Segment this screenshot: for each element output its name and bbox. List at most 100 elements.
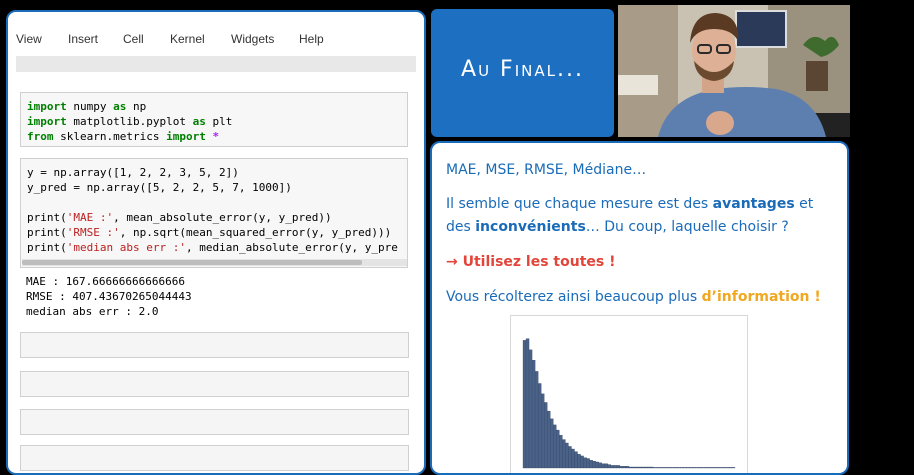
histogram-bar: [725, 467, 730, 469]
code-string: 'MAE :': [66, 211, 114, 224]
slide-text-run: … Du coup, laquelle choisir ?: [585, 219, 789, 235]
histogram-bar: [686, 467, 690, 469]
emphasis-avantages: avantages: [712, 196, 795, 212]
histogram-bar: [556, 429, 560, 469]
empty-code-cell[interactable]: [20, 332, 409, 358]
code-token: *: [212, 130, 220, 143]
histogram-bar: [589, 460, 593, 469]
code-token: print(: [27, 211, 67, 224]
empty-code-cell[interactable]: [20, 409, 409, 435]
histogram-bar: [698, 467, 702, 469]
menu-widgets[interactable]: Widgets: [231, 32, 274, 46]
histogram-bar: [668, 467, 672, 469]
emphasis-information: d’information !: [701, 289, 821, 305]
histogram-bar: [728, 467, 733, 469]
code-token: matplotlib.pyplot: [66, 115, 193, 128]
histogram-bar: [731, 467, 736, 469]
histogram-bar: [650, 466, 654, 469]
scrollbar-thumb[interactable]: [22, 260, 362, 265]
histogram-bar: [628, 466, 633, 469]
code-token: as: [192, 115, 206, 128]
code-token: sklearn.metrics: [53, 130, 167, 143]
menu-kernel[interactable]: Kernel: [170, 32, 205, 46]
code-token: import: [166, 130, 206, 143]
notebook-menubar: View Insert Cell Kernel Widgets Help: [8, 12, 424, 56]
histogram-bar: [547, 410, 551, 469]
histogram-bar: [598, 462, 602, 469]
histogram-bar: [610, 465, 615, 469]
histogram-bar: [704, 467, 708, 469]
histogram-bar: [716, 467, 721, 469]
code-token: , np.sqrt(mean_squared_error(y, y_pred))…: [119, 226, 392, 239]
code-string: 'median abs err :': [66, 241, 186, 254]
empty-code-cell[interactable]: [20, 371, 409, 397]
histogram-bar: [528, 349, 533, 469]
histogram-bar: [665, 467, 669, 469]
histogram-bar: [710, 467, 714, 469]
histogram-bar: [625, 466, 630, 469]
slide-call-to-action: → Utilisez les toutes !: [446, 251, 615, 274]
histogram-bar: [659, 467, 663, 469]
horizontal-scrollbar[interactable]: [22, 259, 407, 266]
code-token: , median_absolute_error(y, y_pre: [185, 241, 398, 254]
menu-view[interactable]: View: [16, 32, 42, 46]
emphasis-inconvenients: inconvénients: [475, 219, 586, 235]
histogram-bar: [692, 467, 696, 469]
histogram-bar: [637, 466, 642, 469]
banner-title: Au Final...: [461, 57, 584, 82]
histogram-bar: [680, 467, 684, 469]
histogram-bar: [631, 466, 636, 469]
histogram-bar: [671, 467, 675, 469]
histogram-svg: [522, 338, 736, 469]
histogram-chart: [510, 315, 748, 473]
histogram-bar: [722, 467, 727, 469]
slide-text-run: Il semble que chaque mesure est des: [446, 196, 713, 212]
menu-help[interactable]: Help: [299, 32, 324, 46]
code-token: import: [27, 115, 67, 128]
code-line: y_pred = np.array([5, 2, 2, 5, 7, 1000]): [27, 181, 292, 194]
code-cell-metrics[interactable]: y = np.array([1, 2, 2, 3, 5, 2]) y_pred …: [20, 158, 408, 268]
code-token: print(: [27, 226, 67, 239]
histogram-bar: [619, 466, 624, 469]
code-token: from: [27, 130, 54, 143]
histogram-bar: [550, 418, 554, 469]
histogram-bar: [574, 451, 578, 469]
histogram-bar: [586, 458, 590, 469]
histogram-bar: [707, 467, 711, 469]
histogram-bar: [571, 448, 575, 469]
empty-code-cell[interactable]: [20, 445, 409, 471]
cta-text: Utilisez les toutes !: [462, 254, 616, 270]
histogram-bar: [577, 454, 581, 469]
histogram-bar: [595, 461, 599, 469]
histogram-bar: [559, 435, 563, 469]
code-cell-imports[interactable]: import numpy as np import matplotlib.pyp…: [20, 92, 408, 147]
histogram-bar: [643, 466, 648, 469]
histogram-bar: [541, 393, 545, 469]
histogram-bar: [601, 463, 605, 469]
histogram-bar: [592, 460, 596, 469]
histogram-bar: [683, 467, 687, 469]
histogram-bar: [553, 424, 557, 469]
code-token: import: [27, 100, 67, 113]
histogram-bar: [656, 467, 660, 469]
histogram-bar: [580, 455, 584, 469]
code-string: 'RMSE :': [66, 226, 120, 239]
cell-output: MAE : 167.66666666666666 RMSE : 407.4367…: [26, 274, 192, 319]
histogram-bar: [583, 457, 587, 469]
histogram-bar: [622, 466, 627, 469]
histogram-bar: [525, 338, 530, 469]
slide-panel: MAE, MSE, RMSE, Médiane… Il semble que c…: [430, 141, 849, 475]
output-line: RMSE : 407.43670265044443: [26, 290, 192, 303]
menu-cell[interactable]: Cell: [123, 32, 144, 46]
code-token: , mean_absolute_error(y, y_pred)): [113, 211, 332, 224]
histogram-bar: [719, 467, 724, 469]
histogram-bar: [647, 466, 651, 469]
slide-conclusion: Vous récolterez ainsi beaucoup plus d’in…: [446, 286, 821, 309]
menu-insert[interactable]: Insert: [68, 32, 98, 46]
histogram-bar: [531, 360, 536, 469]
histogram-bar: [522, 340, 527, 469]
histogram-bar: [640, 466, 645, 469]
slide-text-run: et: [794, 196, 814, 212]
code-token: numpy: [66, 100, 114, 113]
presenter-image: [618, 5, 850, 137]
